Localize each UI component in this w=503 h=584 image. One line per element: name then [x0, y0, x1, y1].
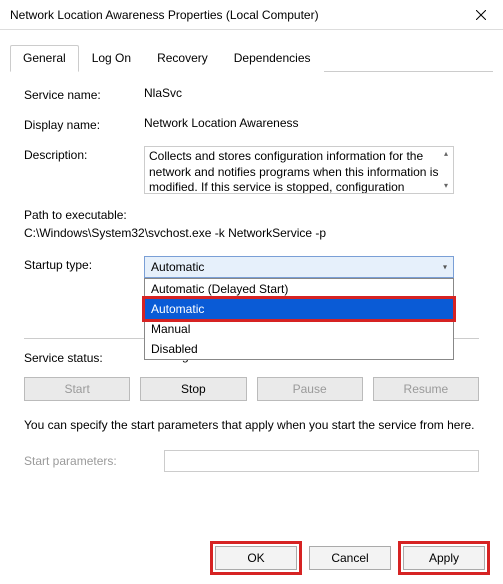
tab-general[interactable]: General [10, 45, 79, 72]
pause-button: Pause [257, 377, 363, 401]
window-title: Network Location Awareness Properties (L… [10, 8, 319, 22]
description-label: Description: [24, 146, 144, 162]
option-automatic[interactable]: Automatic [145, 299, 453, 319]
dialog-footer: OK Cancel Apply [215, 546, 485, 570]
start-parameters-input [164, 450, 479, 472]
scroll-up-icon[interactable]: ▴ [439, 147, 453, 161]
start-button: Start [24, 377, 130, 401]
tab-dependencies[interactable]: Dependencies [221, 45, 324, 72]
apply-button[interactable]: Apply [403, 546, 485, 570]
display-name-label: Display name: [24, 116, 144, 132]
start-parameters-label: Start parameters: [24, 454, 164, 468]
cancel-button[interactable]: Cancel [309, 546, 391, 570]
display-name-value: Network Location Awareness [144, 116, 479, 130]
description-scrollbar[interactable]: ▴ ▾ [439, 147, 453, 193]
service-status-label: Service status: [24, 349, 144, 365]
info-text: You can specify the start parameters tha… [24, 417, 479, 434]
tab-recovery[interactable]: Recovery [144, 45, 221, 72]
startup-type-value: Automatic [151, 260, 204, 274]
startup-type-dropdown: Automatic (Delayed Start) Automatic Manu… [144, 278, 454, 360]
option-disabled[interactable]: Disabled [145, 339, 453, 359]
startup-type-label: Startup type: [24, 256, 144, 272]
service-name-value: NlaSvc [144, 86, 479, 100]
scroll-down-icon[interactable]: ▾ [439, 179, 453, 193]
close-icon [476, 10, 486, 20]
tab-bar: General Log On Recovery Dependencies [10, 44, 493, 72]
service-name-label: Service name: [24, 86, 144, 102]
path-label: Path to executable: [24, 208, 479, 222]
startup-type-select[interactable]: Automatic ▾ Automatic (Delayed Start) Au… [144, 256, 454, 278]
tab-logon[interactable]: Log On [79, 45, 144, 72]
path-value: C:\Windows\System32\svchost.exe -k Netwo… [24, 226, 479, 240]
description-box[interactable]: Collects and stores configuration inform… [144, 146, 454, 194]
option-delayed[interactable]: Automatic (Delayed Start) [145, 279, 453, 299]
titlebar: Network Location Awareness Properties (L… [0, 0, 503, 30]
ok-button[interactable]: OK [215, 546, 297, 570]
close-button[interactable] [459, 0, 503, 30]
resume-button: Resume [373, 377, 479, 401]
tab-content: Service name: NlaSvc Display name: Netwo… [0, 72, 503, 472]
chevron-down-icon: ▾ [443, 263, 447, 272]
stop-button[interactable]: Stop [140, 377, 246, 401]
description-text: Collects and stores configuration inform… [149, 149, 438, 194]
option-manual[interactable]: Manual [145, 319, 453, 339]
